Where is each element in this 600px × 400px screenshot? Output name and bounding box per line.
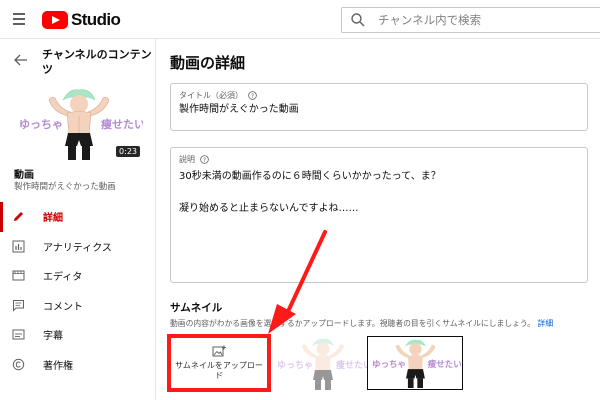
description-field[interactable]: 説明 ? 30秒未満の動画作るのに６時間くらいかかったって、ま？ 凝り始めると止…: [170, 147, 588, 283]
sidebar-item-label: コメント: [43, 301, 83, 313]
suggested-thumbnail-1[interactable]: ゆっちゃ 痩せたい: [274, 336, 370, 390]
title-input[interactable]: 製作時間がえぐかった動画: [179, 103, 299, 117]
sidebar-item-details[interactable]: 詳細: [0, 202, 156, 232]
thumbnail-overlay-right: 痩せたい: [336, 359, 370, 371]
thumbnail-overlay-right: 痩せたい: [428, 359, 461, 370]
sidebar-item-editor[interactable]: エディタ: [0, 261, 156, 291]
help-icon[interactable]: ?: [248, 91, 257, 100]
comment-icon: [13, 299, 24, 312]
add-image-icon: [212, 345, 226, 357]
menu-icon[interactable]: [13, 13, 25, 25]
editor-icon: [12, 270, 25, 281]
sidebar-item-label: 詳細: [43, 213, 63, 225]
muscle-figure-illustration: ゆっちゃ 痩せたい: [277, 338, 370, 390]
upload-thumbnail-label: サムネイルをアップロード: [175, 361, 263, 380]
details-link[interactable]: 詳細: [538, 319, 554, 328]
top-bar: Studio チャンネル内で検索: [0, 0, 600, 39]
duration-badge: 0:23: [116, 146, 140, 157]
thumbnail-help-text: 動画の内容がわかる画像を選択するかアップロードします。視聴者の目を引くサムネイル…: [170, 318, 553, 329]
search-box[interactable]: チャンネル内で検索: [341, 7, 600, 33]
description-field-label: 説明 ?: [179, 154, 209, 165]
sidebar-item-label: エディタ: [43, 272, 83, 284]
copyright-icon: [12, 358, 25, 370]
analytics-icon: [12, 240, 25, 252]
sidebar-item-label: 字幕: [43, 331, 63, 343]
svg-text:?: ?: [203, 158, 206, 164]
video-label: 動画: [14, 170, 34, 181]
logo-text: Studio: [71, 10, 121, 29]
sidebar-item-comments[interactable]: コメント: [0, 291, 156, 321]
thumbnail-overlay-left: ゆっちゃ: [19, 118, 63, 131]
thumbnail-help-body: 動画の内容がわかる画像を選択するかアップロードします。視聴者の目を引くサムネイル…: [170, 319, 536, 328]
channel-content-title[interactable]: チャンネルのコンテンツ: [42, 47, 152, 77]
title-label-text: タイトル（必須）: [179, 91, 243, 100]
thumbnail-heading: サムネイル: [170, 302, 223, 314]
sidebar-item-subtitles[interactable]: 字幕: [0, 320, 156, 350]
svg-text:?: ?: [251, 94, 254, 100]
subtitles-icon: [12, 329, 25, 340]
sidebar: チャンネルのコンテンツ ゆっちゃ 痩せたい 0:23 動画 製作時間がえぐかった…: [0, 39, 156, 400]
page-title: 動画の詳細: [170, 54, 246, 72]
thumbnail-overlay-left: ゆっちゃ: [372, 360, 406, 370]
suggested-thumbnail-2[interactable]: ゆっちゃ 痩せたい: [367, 336, 463, 390]
video-subtitle: 製作時間がえぐかった動画: [14, 182, 116, 192]
title-field-label: タイトル（必須） ?: [179, 90, 257, 101]
sidebar-item-label: アナリティクス: [43, 242, 112, 254]
sidebar-item-label: 著作権: [43, 360, 73, 372]
search-input[interactable]: チャンネル内で検索: [378, 12, 481, 28]
description-line-2[interactable]: 凝り始めると止まらないんですよね……: [179, 202, 359, 216]
main-content: 動画の詳細 タイトル（必須） ? 製作時間がえぐかった動画 説明 ? 30秒未満…: [157, 39, 600, 400]
youtube-play-icon: [42, 11, 68, 29]
description-label-text: 説明: [179, 155, 195, 164]
thumbnail-overlay-left: ゆっちゃ: [277, 360, 313, 371]
search-icon: [351, 13, 365, 27]
video-thumbnail[interactable]: ゆっちゃ 痩せたい 0:23: [13, 86, 143, 160]
muscle-figure-illustration: ゆっちゃ 痩せたい: [372, 339, 462, 388]
sidebar-item-copyright[interactable]: 著作権: [0, 350, 156, 380]
upload-thumbnail-button[interactable]: サムネイルをアップロード: [167, 334, 271, 392]
pencil-icon: [14, 212, 23, 221]
sidebar-nav: 詳細 アナリティクス エディタ コメント 字幕 著作権: [0, 202, 156, 379]
sidebar-item-analytics[interactable]: アナリティクス: [0, 232, 156, 262]
help-icon[interactable]: ?: [200, 155, 209, 164]
youtube-studio-logo[interactable]: Studio: [42, 10, 121, 30]
back-arrow-icon[interactable]: [14, 54, 28, 66]
description-line-1[interactable]: 30秒未満の動画作るのに６時間くらいかかったって、ま？: [179, 170, 441, 184]
title-field[interactable]: タイトル（必須） ? 製作時間がえぐかった動画: [170, 83, 588, 131]
thumbnail-overlay-right: 痩せたい: [101, 117, 143, 131]
